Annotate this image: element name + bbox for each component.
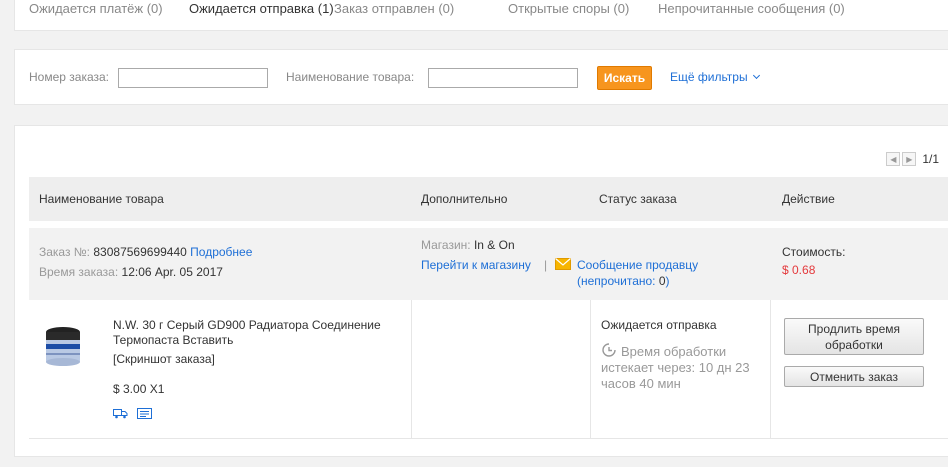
store-caption: Магазин: <box>421 238 471 252</box>
prev-page-button[interactable]: ◀ <box>886 152 901 166</box>
unread-prefix: (непрочитано: <box>577 274 659 288</box>
order-time: 12:06 Apr. 05 2017 <box>121 265 223 279</box>
cancel-order-button[interactable]: Отменить заказ <box>784 366 924 387</box>
go-to-store-link[interactable]: Перейти к магазину <box>421 258 531 272</box>
envelope-icon <box>555 258 571 270</box>
more-filters-link[interactable]: Ещё фильтры <box>670 70 760 84</box>
tab-order-shipped[interactable]: Заказ отправлен (0) <box>334 1 454 16</box>
header-product: Наименование товара <box>39 192 164 206</box>
tab-awaiting-payment[interactable]: Ожидается платёж (0) <box>29 1 163 16</box>
status-tabs: Ожидается платёж (0) Ожидается отправка … <box>14 0 948 31</box>
store-name: In & On <box>473 238 515 252</box>
order-time-caption: Время заказа: <box>39 265 119 279</box>
tab-awaiting-shipment[interactable]: Ожидается отправка (1) <box>189 1 334 16</box>
pager: ◀ ▶ 1/1 <box>886 152 939 166</box>
column-divider <box>770 300 771 438</box>
order-details-link[interactable]: Подробнее <box>190 245 252 259</box>
unread-count-line: (непрочитано: 0) <box>577 274 670 288</box>
extend-button-label-line1: Продлить время <box>808 321 900 336</box>
page-indicator: 1/1 <box>922 152 939 166</box>
processing-time-line3: часов 40 мин <box>601 376 681 391</box>
processing-time-line2: истекает через: 10 дн 23 <box>601 360 750 375</box>
order-header: Заказ №: 83087569699440 Подробнее Время … <box>29 228 948 300</box>
store-line: Магазин: In & On <box>421 238 515 252</box>
order-list-icon[interactable] <box>137 407 152 419</box>
product-name-input[interactable] <box>428 68 578 88</box>
unread-suffix: ) <box>665 274 670 288</box>
truck-icon[interactable] <box>113 407 128 419</box>
order-number-line: Заказ №: 83087569699440 Подробнее <box>39 245 252 259</box>
header-status: Статус заказа <box>599 192 677 206</box>
order-item-row: N.W. 30 г Серый GD900 Радиатора Соединен… <box>29 300 948 439</box>
table-header: Наименование товара Дополнительно Статус… <box>29 177 948 221</box>
link-separator: | <box>544 258 548 272</box>
cost-value: $ 0.68 <box>782 263 816 277</box>
clock-icon <box>601 342 617 358</box>
message-seller-link[interactable]: Сообщение продавцу <box>577 258 698 272</box>
next-page-button[interactable]: ▶ <box>902 152 917 166</box>
product-name-label: Наименование товара: <box>286 70 415 84</box>
order-time-line: Время заказа: 12:06 Apr. 05 2017 <box>39 265 223 279</box>
orders-panel: ◀ ▶ 1/1 Наименование товара Дополнительн… <box>14 125 948 457</box>
order-number: 83087569699440 <box>93 245 187 259</box>
order-status: Ожидается отправка <box>601 318 717 332</box>
header-action: Действие <box>782 192 835 206</box>
tab-open-disputes[interactable]: Открытые споры (0) <box>508 1 629 16</box>
product-name-link[interactable]: N.W. 30 г Серый GD900 Радиатора Соединен… <box>113 318 413 348</box>
unread-count: 0 <box>658 274 666 288</box>
item-price: $ 3.00 X1 <box>113 382 165 396</box>
order-number-label: Номер заказа: <box>29 70 110 84</box>
column-divider <box>590 300 591 438</box>
search-button[interactable]: Искать <box>597 66 652 90</box>
tab-unread-messages[interactable]: Непрочитанные сообщения (0) <box>658 1 845 16</box>
order-number-caption: Заказ №: <box>39 245 91 259</box>
processing-time-line1: Время обработки <box>621 344 727 359</box>
extend-processing-time-button[interactable]: Продлить время обработки <box>784 318 924 355</box>
order-number-input[interactable] <box>118 68 268 88</box>
more-filters-label: Ещё фильтры <box>670 70 748 84</box>
cost-label: Стоимость: <box>782 245 846 259</box>
product-thumbnail[interactable] <box>37 320 89 372</box>
search-bar: Номер заказа: Наименование товара: Искат… <box>14 49 948 105</box>
chevron-down-icon <box>752 71 760 80</box>
order-snapshot-link[interactable]: [Скриншот заказа] <box>113 352 215 366</box>
header-additional: Дополнительно <box>421 192 508 206</box>
extend-button-label-line2: обработки <box>825 337 883 352</box>
